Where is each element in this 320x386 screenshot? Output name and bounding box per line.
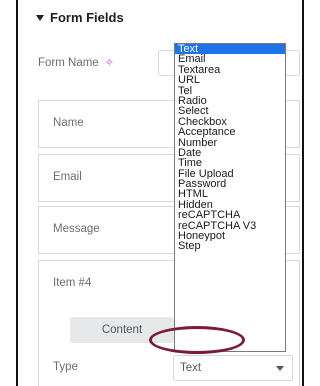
dropdown-option-url[interactable]: URL — [175, 75, 285, 85]
dropdown-option-recaptcha-v3[interactable]: reCAPTCHA V3 — [175, 221, 285, 231]
form-name-label: Form Name — [38, 56, 99, 69]
type-dropdown-list[interactable]: Text Email Textarea URL Tel Radio Select… — [174, 43, 286, 352]
type-select[interactable]: Text — [173, 355, 293, 381]
form-fields-section-toggle[interactable]: Form Fields — [36, 10, 124, 25]
dropdown-option-step[interactable]: Step — [175, 241, 285, 251]
form-name-row: Form Name ✧ — [38, 56, 114, 70]
chevron-down-icon — [276, 366, 284, 371]
dropdown-option-radio[interactable]: Radio — [175, 96, 285, 106]
repeater-item-label: Email — [53, 171, 82, 183]
dropdown-option-password[interactable]: Password — [175, 179, 285, 189]
repeater-item-label[interactable]: Item #4 — [53, 277, 91, 289]
dropdown-option-acceptance[interactable]: Acceptance — [175, 127, 285, 137]
editor-panel: Form Fields Form Name ✧ Name Email Messa… — [16, 0, 304, 386]
repeater-item-label: Name — [53, 117, 84, 129]
dropdown-option-html[interactable]: HTML — [175, 189, 285, 199]
repeater-item-label: Message — [53, 223, 100, 235]
dropdown-option-hidden[interactable]: Hidden — [175, 200, 285, 210]
dropdown-option-email[interactable]: Email — [175, 54, 285, 64]
dropdown-option-number[interactable]: Number — [175, 138, 285, 148]
dropdown-option-textarea[interactable]: Textarea — [175, 65, 285, 75]
sparkle-icon[interactable]: ✧ — [105, 56, 114, 69]
dropdown-option-honeypot[interactable]: Honeypot — [175, 231, 285, 241]
caret-down-icon — [36, 14, 44, 21]
section-title: Form Fields — [50, 10, 124, 25]
dropdown-option-checkbox[interactable]: Checkbox — [175, 117, 285, 127]
type-select-value: Text — [180, 362, 202, 374]
dropdown-option-file-upload[interactable]: File Upload — [175, 169, 285, 179]
dropdown-option-time[interactable]: Time — [175, 158, 285, 168]
dropdown-option-date[interactable]: Date — [175, 148, 285, 158]
type-label: Type — [53, 361, 78, 373]
dropdown-option-select[interactable]: Select — [175, 106, 285, 116]
dropdown-option-recaptcha[interactable]: reCAPTCHA — [175, 210, 285, 220]
dropdown-option-tel[interactable]: Tel — [175, 86, 285, 96]
tab-content[interactable]: Content — [70, 317, 174, 343]
dropdown-option-text[interactable]: Text — [175, 44, 285, 55]
